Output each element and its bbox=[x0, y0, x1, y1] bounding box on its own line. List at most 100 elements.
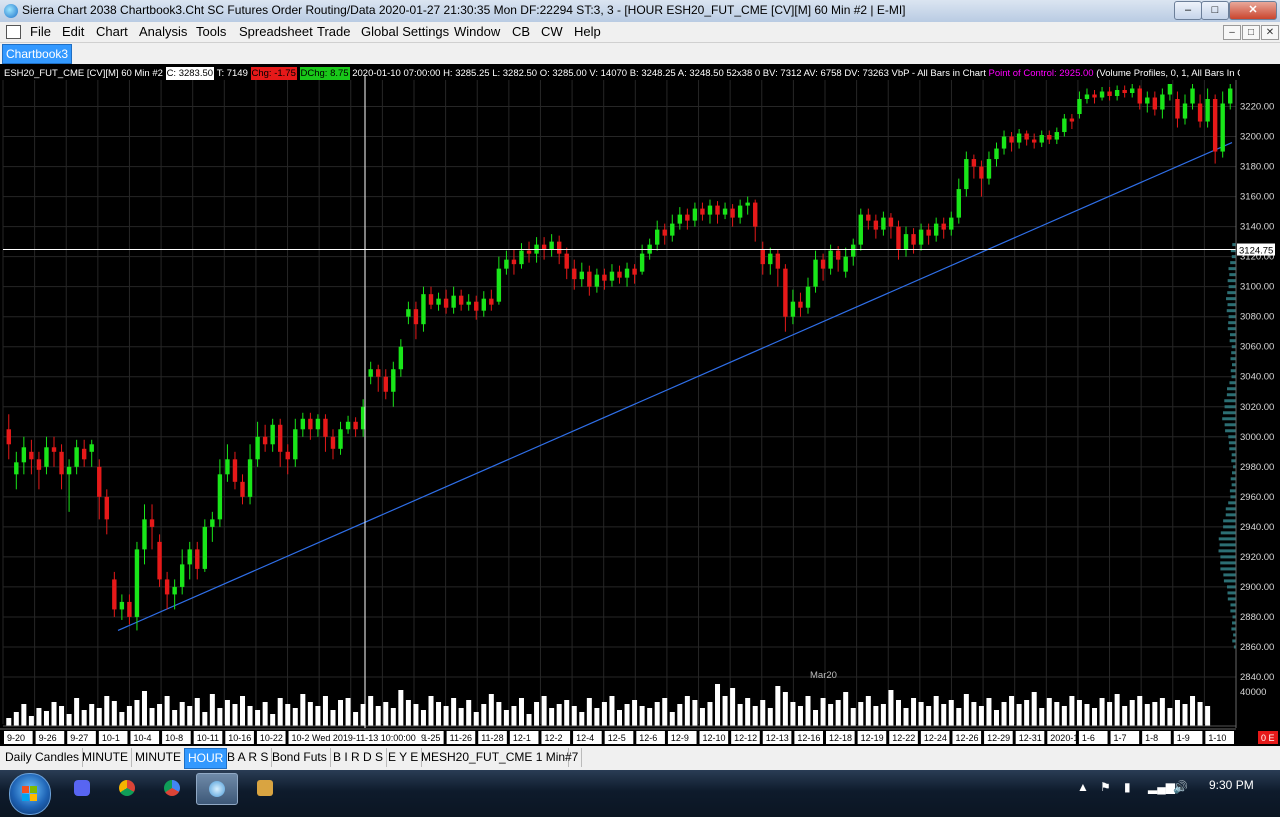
chartbook-tab[interactable]: Chartbook3 bbox=[2, 44, 73, 64]
candle bbox=[278, 418, 283, 467]
volume-bar bbox=[345, 698, 351, 726]
candle bbox=[391, 361, 396, 407]
candle bbox=[654, 220, 660, 251]
chart-tab-e-y-e[interactable]: E Y E bbox=[385, 748, 423, 767]
chart-tab-minute[interactable]: MINUTE bbox=[132, 748, 185, 767]
battery-icon[interactable]: ▮ bbox=[1124, 780, 1131, 794]
candle bbox=[617, 265, 622, 284]
menu-window[interactable]: Window bbox=[454, 24, 500, 39]
volume-bar bbox=[624, 704, 630, 726]
candle bbox=[1069, 114, 1075, 130]
candle bbox=[383, 369, 388, 400]
menu-edit[interactable]: Edit bbox=[62, 24, 84, 39]
chart-tab-hour[interactable]: HOUR bbox=[184, 748, 228, 769]
menu-spreadsheet[interactable]: Spreadsheet bbox=[239, 24, 313, 39]
candle-body bbox=[179, 564, 185, 587]
taskbar-sierra-chart[interactable] bbox=[196, 773, 238, 805]
menu-chart[interactable]: Chart bbox=[96, 24, 128, 39]
candle-body bbox=[835, 250, 841, 260]
maximize-button[interactable]: □ bbox=[1201, 1, 1229, 20]
mdi-minimize-button[interactable]: – bbox=[1223, 25, 1241, 40]
volume-bar bbox=[571, 706, 577, 726]
taskbar-clock[interactable]: 9:30 PM bbox=[1209, 778, 1254, 792]
candle bbox=[949, 211, 954, 236]
title-bar[interactable]: Sierra Chart 2038 Chartbook3.Cht SC Futu… bbox=[0, 0, 1280, 22]
chart-tab-mesh20-fut-cme-1-min[interactable]: MESH20_FUT_CME 1 Min bbox=[418, 748, 570, 767]
close-button[interactable]: ✕ bbox=[1229, 1, 1277, 20]
candle bbox=[262, 424, 268, 452]
volume-bar bbox=[669, 712, 675, 726]
menu-file[interactable]: File bbox=[30, 24, 51, 39]
taskbar-explorer[interactable] bbox=[245, 773, 285, 803]
chart-area[interactable]: 3220.00 3200.00 3180.00 3160.00 3140.00 3120.… bbox=[0, 64, 1280, 746]
menu-cb[interactable]: CB bbox=[512, 24, 530, 39]
candle-body bbox=[142, 519, 147, 550]
minimize-button[interactable]: – bbox=[1174, 1, 1202, 20]
candle bbox=[1047, 130, 1052, 145]
chart-tab-daily-candles[interactable]: Daily Candles bbox=[2, 748, 84, 767]
menu-cw[interactable]: CW bbox=[541, 24, 563, 39]
windows-logo-icon bbox=[30, 794, 37, 801]
candle-body bbox=[753, 202, 758, 227]
document-icon[interactable] bbox=[6, 25, 21, 39]
time-tick-label: 12-24 bbox=[924, 733, 947, 743]
candle-body bbox=[1054, 132, 1060, 140]
candle-body bbox=[164, 579, 170, 595]
candle bbox=[232, 451, 238, 490]
candle-body bbox=[255, 436, 260, 460]
candle bbox=[783, 264, 788, 332]
volume-bar bbox=[790, 702, 796, 726]
chart-tab--7[interactable]: #7 bbox=[562, 748, 583, 767]
price-tick-label: 2860.00 bbox=[1240, 642, 1274, 653]
taskbar-discord[interactable] bbox=[62, 773, 102, 803]
volume-bar bbox=[865, 696, 871, 726]
volume-bar bbox=[1129, 700, 1135, 726]
taskbar-chrome[interactable] bbox=[107, 773, 147, 803]
candle bbox=[873, 214, 879, 239]
volume-bar bbox=[1137, 696, 1143, 726]
mdi-restore-button[interactable]: □ bbox=[1242, 25, 1260, 40]
candle bbox=[1212, 94, 1218, 164]
menu-analysis[interactable]: Analysis bbox=[139, 24, 187, 39]
chart-tab-b-i-r-d-s[interactable]: B I R D S bbox=[330, 748, 388, 767]
candles-layer bbox=[6, 84, 1233, 631]
candle-body bbox=[262, 436, 268, 445]
volume-profile-bar bbox=[1232, 243, 1236, 247]
chart-tab-minute[interactable]: MINUTE bbox=[79, 748, 132, 767]
volume-bar bbox=[647, 708, 653, 726]
volume-bar bbox=[1205, 706, 1211, 726]
candle bbox=[164, 571, 170, 610]
volume-bar bbox=[835, 700, 841, 726]
candle-body bbox=[1220, 103, 1225, 152]
menu-tools[interactable]: Tools bbox=[196, 24, 226, 39]
candle bbox=[406, 301, 411, 325]
chart-tab-bond-futs[interactable]: Bond Futs bbox=[269, 748, 331, 767]
menu-trade[interactable]: Trade bbox=[317, 24, 350, 39]
candle-body bbox=[986, 159, 992, 179]
candle bbox=[1197, 94, 1203, 128]
mdi-close-button[interactable]: ✕ bbox=[1261, 25, 1279, 40]
candle bbox=[1190, 84, 1195, 110]
discord-icon bbox=[74, 780, 90, 796]
network-signal-icon[interactable]: ▂▄▆ bbox=[1148, 780, 1175, 794]
candle bbox=[753, 199, 758, 242]
candle bbox=[768, 247, 773, 275]
menu-help[interactable]: Help bbox=[574, 24, 601, 39]
candle-body bbox=[504, 259, 509, 269]
chart-tab-b-a-r-s[interactable]: B A R S bbox=[224, 748, 273, 767]
action-center-flag-icon[interactable]: ⚑ bbox=[1100, 780, 1111, 794]
price-chart[interactable]: 3220.003200.003180.003160.003140.003120.… bbox=[0, 64, 1280, 746]
candle bbox=[504, 250, 509, 275]
candle-body bbox=[1137, 88, 1142, 104]
candle-body bbox=[594, 274, 600, 287]
volume-icon[interactable]: 🔊 bbox=[1173, 780, 1188, 794]
menu-global-settings[interactable]: Global Settings bbox=[361, 24, 449, 39]
taskbar-chrome-alt[interactable] bbox=[152, 773, 192, 803]
time-tick-label: 12-13 bbox=[766, 733, 789, 743]
volume-bar bbox=[1024, 700, 1030, 726]
candle bbox=[790, 289, 796, 325]
candle-body bbox=[760, 249, 765, 265]
start-button[interactable] bbox=[9, 773, 51, 815]
tray-expand-icon[interactable]: ▲ bbox=[1077, 780, 1089, 794]
price-tick-label: 2960.00 bbox=[1240, 492, 1274, 503]
